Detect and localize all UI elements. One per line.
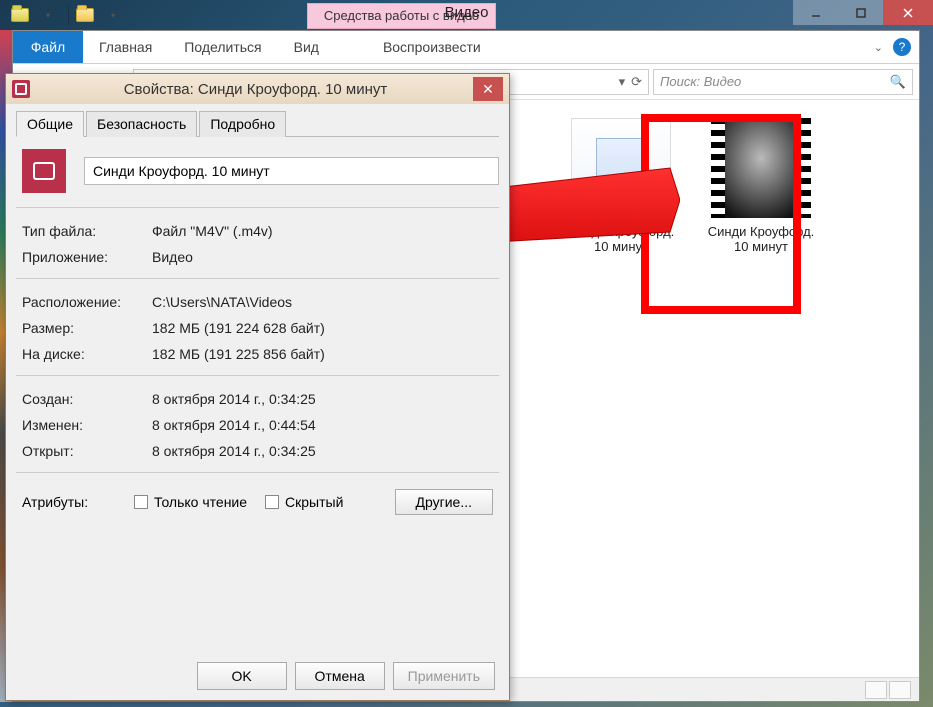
folder-icon[interactable] <box>73 3 97 27</box>
window-controls <box>793 0 933 25</box>
tab-general[interactable]: Общие <box>16 111 84 137</box>
value-application: Видео <box>152 249 493 265</box>
row-sizeondisk: На диске: 182 МБ (191 225 856 байт) <box>16 341 499 367</box>
close-button[interactable] <box>883 0 933 25</box>
separator <box>16 375 499 376</box>
tab-details[interactable]: Подробно <box>199 111 286 137</box>
checkbox-hidden-label: Скрытый <box>285 494 343 510</box>
row-modified: Изменен: 8 октября 2014 г., 0:44:54 <box>16 412 499 438</box>
checkbox-icon <box>134 495 148 509</box>
button-other-attributes[interactable]: Другие... <box>395 489 494 515</box>
row-size: Размер: 182 МБ (191 224 628 байт) <box>16 315 499 341</box>
row-application: Приложение: Видео <box>16 244 499 270</box>
label-modified: Изменен: <box>22 417 152 433</box>
ribbon-tab-share[interactable]: Поделиться <box>168 31 277 63</box>
checkbox-readonly[interactable]: Только чтение <box>134 494 247 510</box>
search-placeholder: Поиск: Видео <box>660 74 741 89</box>
apply-button[interactable]: Применить <box>393 662 495 690</box>
tab-security[interactable]: Безопасность <box>86 111 197 137</box>
properties-close-button[interactable]: ✕ <box>473 77 503 101</box>
file-type-icon <box>22 149 66 193</box>
minimize-button[interactable] <box>793 0 838 25</box>
value-modified: 8 октября 2014 г., 0:44:54 <box>152 417 493 433</box>
value-sizeondisk: 182 МБ (191 225 856 байт) <box>152 346 493 362</box>
row-created: Создан: 8 октября 2014 г., 0:34:25 <box>16 386 499 412</box>
qat-dropdown[interactable]: ▾ <box>36 3 60 27</box>
label-filetype: Тип файла: <box>22 223 152 239</box>
help-icon[interactable]: ? <box>893 38 911 56</box>
separator <box>16 207 499 208</box>
filename-input[interactable] <box>84 157 499 185</box>
checkbox-readonly-label: Только чтение <box>154 494 247 510</box>
video-file-icon <box>12 80 30 98</box>
properties-footer: OK Отмена Применить <box>6 662 509 690</box>
view-details-button[interactable] <box>865 681 887 699</box>
maximize-button[interactable] <box>838 0 883 25</box>
row-filetype: Тип файла: Файл "M4V" (.m4v) <box>16 218 499 244</box>
ribbon-file-tab[interactable]: Файл <box>13 31 83 63</box>
label-location: Расположение: <box>22 294 152 310</box>
explorer-icon[interactable] <box>8 3 32 27</box>
properties-title: Свойства: Синди Кроуфорд. 10 минут <box>38 81 473 98</box>
label-attributes: Атрибуты: <box>22 494 116 510</box>
label-size: Размер: <box>22 320 152 336</box>
ok-button[interactable]: OK <box>197 662 287 690</box>
cancel-button[interactable]: Отмена <box>295 662 385 690</box>
checkbox-hidden[interactable]: Скрытый <box>265 494 343 510</box>
label-accessed: Открыт: <box>22 443 152 459</box>
row-location: Расположение: C:\Users\NATA\Videos <box>16 289 499 315</box>
value-created: 8 октября 2014 г., 0:34:25 <box>152 391 493 407</box>
address-dropdown-icon[interactable]: ▾ <box>619 74 626 90</box>
ribbon-tab-view[interactable]: Вид <box>278 31 335 63</box>
separator <box>16 472 499 473</box>
properties-titlebar[interactable]: Свойства: Синди Кроуфорд. 10 минут ✕ <box>6 74 509 104</box>
ribbon-tab-play[interactable]: Воспроизвести <box>367 31 497 63</box>
qat-separator <box>68 5 69 25</box>
value-size: 182 МБ (191 224 628 байт) <box>152 320 493 336</box>
checkbox-icon <box>265 495 279 509</box>
label-created: Создан: <box>22 391 152 407</box>
ribbon: Файл Главная Поделиться Вид Воспроизвест… <box>13 31 919 64</box>
row-accessed: Открыт: 8 октября 2014 г., 0:34:25 <box>16 438 499 464</box>
search-input[interactable]: Поиск: Видео 🔍 <box>653 69 913 95</box>
label-sizeondisk: На диске: <box>22 346 152 362</box>
annotation-highlight <box>641 114 801 314</box>
row-attributes: Атрибуты: Только чтение Скрытый Другие..… <box>16 483 499 521</box>
label-application: Приложение: <box>22 249 152 265</box>
properties-dialog: Свойства: Синди Кроуфорд. 10 минут ✕ Общ… <box>5 73 510 701</box>
value-location: C:\Users\NATA\Videos <box>152 294 493 310</box>
properties-tabs: Общие Безопасность Подробно <box>16 110 499 137</box>
qat-dropdown-2[interactable]: ▾ <box>101 3 125 27</box>
ribbon-tab-home[interactable]: Главная <box>83 31 168 63</box>
view-icons-button[interactable] <box>889 681 911 699</box>
ribbon-expand-icon[interactable]: ⌄ <box>874 41 883 54</box>
value-accessed: 8 октября 2014 г., 0:34:25 <box>152 443 493 459</box>
refresh-icon[interactable]: ⟳ <box>631 74 642 90</box>
value-filetype: Файл "M4V" (.m4v) <box>152 223 493 239</box>
separator <box>16 278 499 279</box>
search-icon: 🔍 <box>890 74 906 90</box>
